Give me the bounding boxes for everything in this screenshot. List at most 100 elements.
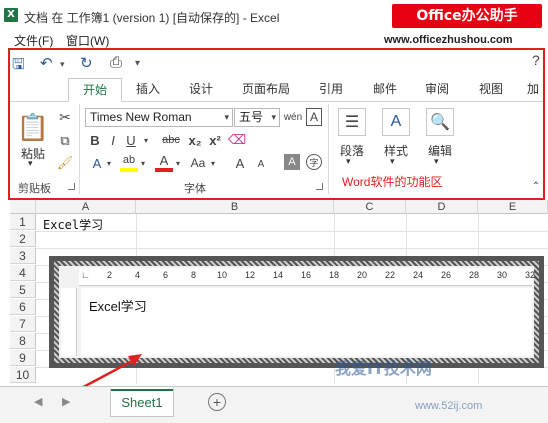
ruler-mark: 8 bbox=[191, 270, 197, 280]
paste-dropdown-icon[interactable]: ▾ bbox=[28, 158, 33, 169]
enclose-char-icon[interactable]: 字 bbox=[306, 154, 322, 170]
phonetic-guide-icon[interactable]: wén bbox=[284, 107, 302, 127]
sheet-tab[interactable]: Sheet1 bbox=[110, 387, 174, 417]
tab-home[interactable]: 开始 bbox=[68, 78, 122, 102]
row-header[interactable]: 7 bbox=[10, 316, 36, 332]
ruler-mark: 26 bbox=[441, 270, 452, 280]
paragraph-label[interactable]: 段落 bbox=[334, 142, 370, 159]
tab-references[interactable]: 引用 bbox=[308, 78, 354, 102]
ruler-mark: 22 bbox=[385, 270, 396, 280]
document-text[interactable]: Excel学习 bbox=[89, 296, 147, 315]
font-size-box[interactable]: 五号 ▾ bbox=[234, 108, 280, 127]
save-icon[interactable]: 🖫 bbox=[12, 54, 25, 79]
scroll-right-icon[interactable]: ▶ bbox=[62, 395, 70, 408]
ruler-mark: 30 bbox=[497, 270, 508, 280]
font-color-dropdown-icon[interactable]: ▾ bbox=[173, 154, 183, 172]
redo-icon[interactable]: ↻ bbox=[80, 54, 93, 72]
char-border-icon[interactable]: A bbox=[306, 108, 322, 126]
column-header[interactable]: D bbox=[406, 200, 478, 214]
column-header[interactable]: E bbox=[478, 200, 548, 214]
row-header[interactable]: 2 bbox=[10, 231, 36, 247]
ruler-mark: 18 bbox=[329, 270, 340, 280]
format-painter-icon[interactable]: 🖌 bbox=[56, 154, 74, 172]
tab-view[interactable]: 视图 bbox=[468, 78, 514, 102]
ruler-mark: 2 bbox=[107, 270, 113, 280]
char-shading-icon[interactable]: A bbox=[284, 154, 300, 170]
highlight-icon[interactable]: ab bbox=[120, 152, 138, 172]
column-header[interactable]: B bbox=[136, 200, 334, 214]
highlight-dropdown-icon[interactable]: ▾ bbox=[138, 154, 148, 172]
editing-dropdown-icon[interactable]: ▾ bbox=[434, 156, 439, 167]
font-size-dropdown-icon[interactable]: ▾ bbox=[271, 109, 276, 126]
row-header[interactable]: 1 bbox=[10, 214, 36, 230]
scroll-left-icon[interactable]: ◀ bbox=[34, 395, 42, 408]
add-sheet-icon[interactable]: + bbox=[208, 393, 226, 411]
underline-button[interactable]: U bbox=[122, 131, 140, 149]
subscript-button[interactable]: x₂ bbox=[186, 131, 204, 149]
cut-icon[interactable]: ✂ bbox=[56, 108, 74, 126]
row-header[interactable]: 9 bbox=[10, 350, 36, 366]
undo-icon[interactable]: ↶ bbox=[40, 54, 53, 72]
row-header[interactable]: 10 bbox=[10, 367, 36, 383]
change-case-dropdown-icon[interactable]: ▾ bbox=[208, 154, 218, 172]
ruler-mark: 28 bbox=[469, 270, 480, 280]
tab-mailings[interactable]: 邮件 bbox=[362, 78, 408, 102]
ruler-mark: 16 bbox=[301, 270, 312, 280]
tab-stop-icon[interactable]: ∟ bbox=[81, 270, 90, 280]
copy-icon[interactable]: ⧉ bbox=[56, 132, 74, 150]
styles-label[interactable]: 样式 bbox=[378, 142, 414, 159]
cell-a1[interactable]: Excel学习 bbox=[43, 216, 103, 233]
font-name-dropdown-icon[interactable]: ▾ bbox=[224, 109, 229, 126]
row-header[interactable]: 4 bbox=[10, 265, 36, 281]
editing-label[interactable]: 编辑 bbox=[422, 142, 458, 159]
bold-button[interactable]: B bbox=[86, 131, 104, 149]
row-header[interactable]: 6 bbox=[10, 299, 36, 315]
menu-window[interactable]: 窗口(W) bbox=[66, 32, 109, 49]
group-separator bbox=[328, 104, 329, 194]
help-icon[interactable]: ? bbox=[532, 52, 540, 68]
row-header[interactable]: 8 bbox=[10, 333, 36, 349]
tab-design[interactable]: 设计 bbox=[178, 78, 224, 102]
clipboard-group-label: 剪贴板 bbox=[18, 183, 51, 195]
paragraph-icon[interactable]: ☰ bbox=[338, 108, 366, 136]
grid-line bbox=[36, 231, 548, 232]
customize-qat-icon[interactable]: ▾ bbox=[135, 58, 140, 69]
change-case-button[interactable]: Aa bbox=[188, 154, 208, 172]
paste-icon[interactable]: 📋 bbox=[17, 110, 49, 144]
tab-page-layout[interactable]: 页面布局 bbox=[236, 78, 296, 102]
font-launcher-icon[interactable] bbox=[316, 183, 323, 190]
tab-review[interactable]: 审阅 bbox=[414, 78, 460, 102]
font-color-icon[interactable]: A bbox=[155, 152, 173, 172]
row-header[interactable]: 3 bbox=[10, 248, 36, 264]
grid-line bbox=[36, 248, 548, 249]
styles-icon[interactable]: A bbox=[382, 108, 410, 136]
shrink-font-button[interactable]: A bbox=[254, 156, 268, 172]
ribbon-annotation: Word软件的功能区 bbox=[342, 175, 443, 189]
select-all-corner[interactable] bbox=[10, 200, 36, 214]
find-icon[interactable]: 🔍 bbox=[426, 108, 454, 136]
print-preview-icon[interactable]: ⎙ bbox=[110, 54, 122, 71]
menu-file[interactable]: 文件(F) bbox=[14, 32, 53, 49]
font-name-box[interactable]: Times New Roman ▾ bbox=[85, 108, 233, 127]
styles-dropdown-icon[interactable]: ▾ bbox=[390, 156, 395, 167]
clipboard-launcher-icon[interactable] bbox=[68, 183, 75, 190]
row-header[interactable]: 5 bbox=[10, 282, 36, 298]
text-effects-dropdown-icon[interactable]: ▾ bbox=[104, 154, 114, 172]
underline-dropdown-icon[interactable]: ▾ bbox=[140, 131, 152, 149]
grow-font-button[interactable]: A bbox=[232, 154, 248, 172]
word-editor: ∟ 2 4 6 8 10 12 14 16 18 20 22 24 26 28 … bbox=[59, 266, 535, 358]
tab-more[interactable]: 加 bbox=[520, 78, 546, 102]
clear-format-icon[interactable]: ⌫ bbox=[228, 131, 246, 149]
undo-dropdown-icon[interactable]: ▾ bbox=[60, 59, 65, 70]
superscript-button[interactable]: x² bbox=[206, 131, 224, 149]
horizontal-ruler: ∟ 2 4 6 8 10 12 14 16 18 20 22 24 26 28 … bbox=[79, 268, 535, 286]
document-page[interactable]: Excel学习 bbox=[81, 288, 532, 356]
strikethrough-button[interactable]: abc bbox=[160, 131, 182, 149]
column-header[interactable]: A bbox=[36, 200, 136, 214]
collapse-ribbon-icon[interactable]: ⌃ bbox=[530, 180, 542, 192]
italic-button[interactable]: I bbox=[104, 131, 122, 149]
paragraph-dropdown-icon[interactable]: ▾ bbox=[346, 156, 351, 167]
paste-label[interactable]: 粘贴 bbox=[18, 145, 48, 162]
tab-insert[interactable]: 插入 bbox=[126, 78, 170, 102]
column-header[interactable]: C bbox=[334, 200, 406, 214]
